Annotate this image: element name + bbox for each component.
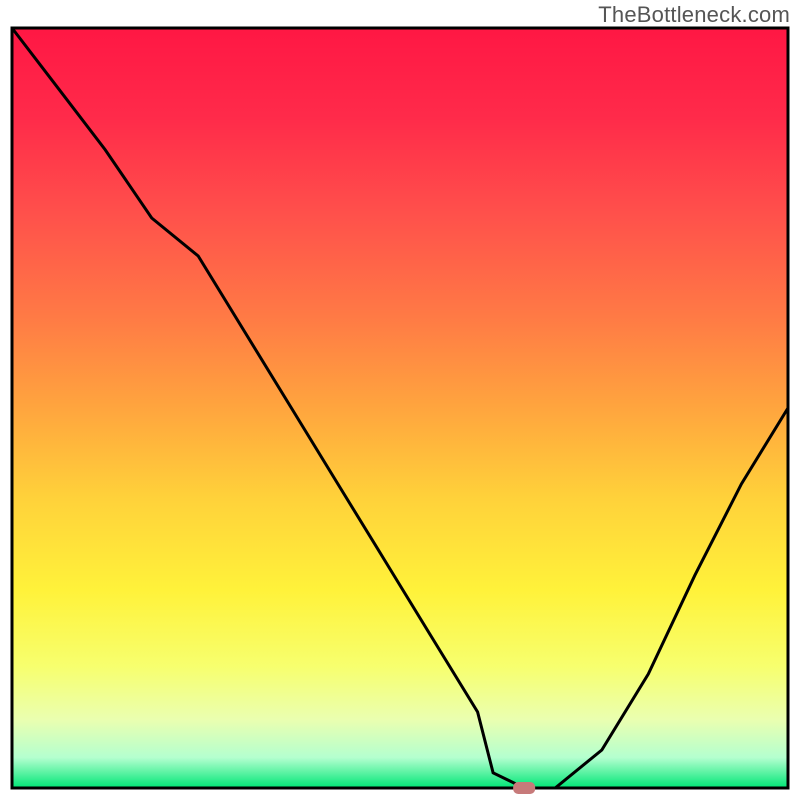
marker-point	[513, 782, 535, 794]
bottleneck-chart	[0, 0, 800, 800]
plot-background	[12, 28, 788, 788]
watermark-text: TheBottleneck.com	[598, 2, 790, 28]
chart-container: TheBottleneck.com	[0, 0, 800, 800]
